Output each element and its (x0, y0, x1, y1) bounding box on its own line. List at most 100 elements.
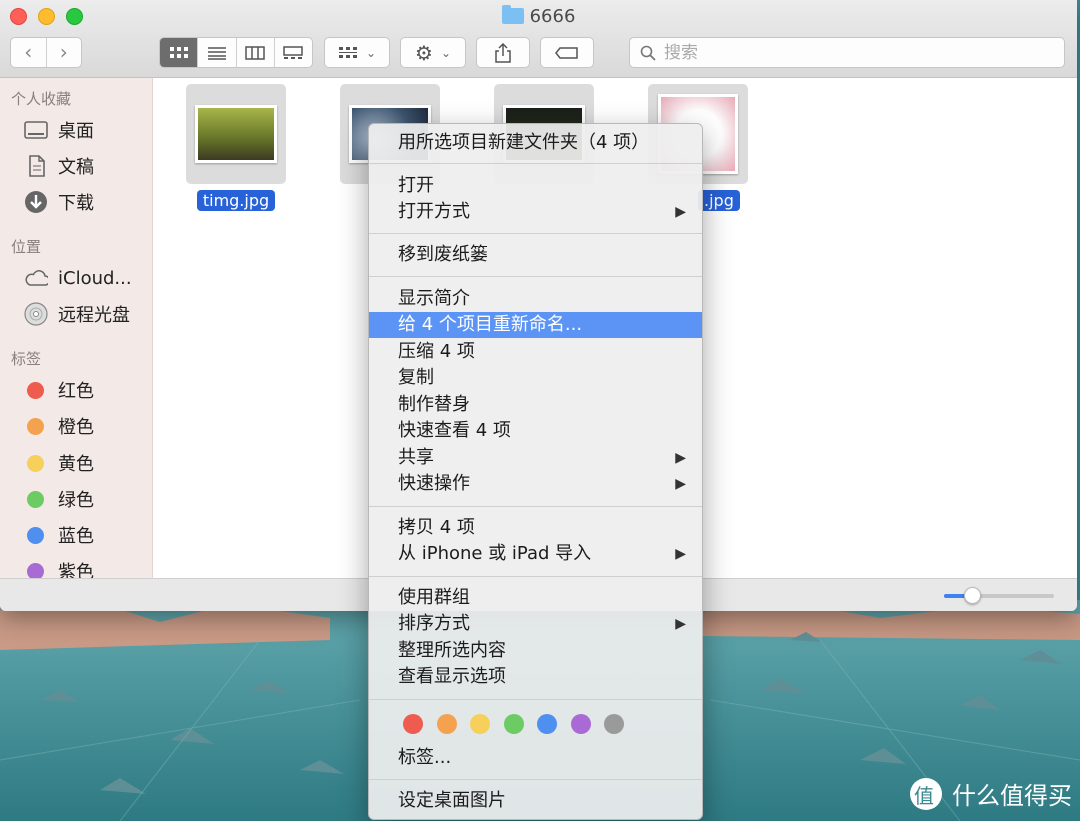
menu-item-quick-actions[interactable]: 快速操作 ▶ (369, 471, 702, 497)
menu-item-open[interactable]: 打开 (369, 173, 702, 199)
tag-dot-icon (27, 417, 44, 435)
menu-item-make-alias[interactable]: 制作替身 (369, 392, 702, 418)
menu-item-clean-up-selection[interactable]: 整理所选内容 (369, 638, 702, 664)
tag-color-gray[interactable] (604, 714, 624, 734)
back-forward-group: ‹ › (10, 37, 82, 68)
menu-separator (369, 233, 702, 234)
tag-color-blue[interactable] (537, 714, 557, 734)
forward-button[interactable]: › (45, 38, 82, 67)
sidebar-tag-purple[interactable]: 紫色 (27, 559, 94, 578)
column-view-button[interactable] (235, 38, 274, 67)
action-menu-button[interactable]: ⚙ ⌄ (400, 37, 466, 68)
menu-item-rename[interactable]: 给 4 个项目重新命名... (369, 312, 702, 338)
list-view-button[interactable] (197, 38, 235, 67)
column-view-icon (245, 45, 265, 60)
sidebar-tag-blue[interactable]: 蓝色 (27, 523, 94, 547)
menu-item-get-info[interactable]: 显示简介 (369, 286, 702, 312)
tag-dot-icon (27, 454, 44, 472)
menu-item-sort-by[interactable]: 排序方式 ▶ (369, 611, 702, 637)
group-by-button[interactable]: ⌄ (324, 37, 390, 68)
sidebar-item-label: iCloud... (58, 267, 132, 289)
menu-item-use-groups[interactable]: 使用群组 (369, 585, 702, 611)
sidebar-item-label: 桌面 (58, 121, 94, 142)
submenu-arrow-icon: ▶ (675, 546, 686, 562)
download-icon (24, 190, 48, 214)
menu-item-label: 用所选项目新建文件夹（4 项） (398, 132, 650, 153)
menu-item-quick-look[interactable]: 快速查看 4 项 (369, 418, 702, 444)
tag-color-yellow[interactable] (470, 714, 490, 734)
share-icon (495, 42, 511, 63)
menu-item-share[interactable]: 共享 ▶ (369, 445, 702, 471)
sidebar-tag-yellow[interactable]: 黄色 (27, 451, 94, 475)
menu-item-copy[interactable]: 拷贝 4 项 (369, 515, 702, 541)
sidebar-item-remote-disc[interactable]: 远程光盘 (24, 300, 130, 328)
menu-item-set-desktop-picture[interactable]: 设定桌面图片 (369, 788, 702, 814)
sidebar: 个人收藏 桌面 文稿 下载 位置 iCloud... 远程光盘 标签 红色 橙色… (0, 78, 153, 578)
menu-separator (369, 163, 702, 164)
tag-dot-icon (27, 490, 44, 508)
menu-item-show-view-options[interactable]: 查看显示选项 (369, 664, 702, 690)
favorites-heading: 个人收藏 (11, 90, 72, 108)
tag-color-green[interactable] (503, 714, 524, 734)
menu-item-label: 共享 (398, 447, 434, 468)
menu-item-label: 快速操作 (398, 473, 470, 494)
menu-item-label: 快速查看 4 项 (398, 420, 511, 441)
sidebar-item-label: 远程光盘 (58, 305, 130, 326)
menu-separator (369, 506, 702, 507)
menu-item-label: 打开 (398, 175, 434, 196)
title-bar: 6666 ‹ › ⌄ ⚙ ⌄ 搜索 (0, 0, 1077, 78)
sidebar-item-documents[interactable]: 文稿 (24, 152, 94, 180)
sidebar-tag-label: 蓝色 (58, 526, 94, 547)
menu-item-new-folder-with-selection[interactable]: 用所选项目新建文件夹（4 项） (369, 130, 702, 156)
tag-color-red[interactable] (403, 714, 423, 734)
submenu-arrow-icon: ▶ (675, 476, 686, 492)
edit-tags-button[interactable] (540, 37, 594, 68)
back-button[interactable]: ‹ (11, 38, 46, 67)
icon-view-button[interactable] (160, 38, 198, 67)
image-thumbnail (195, 105, 277, 163)
menu-item-compress[interactable]: 压缩 4 项 (369, 339, 702, 365)
menu-item-label: 制作替身 (398, 394, 470, 415)
menu-item-label: 排序方式 (398, 613, 470, 634)
search-field[interactable] (629, 37, 1065, 68)
search-input[interactable] (664, 42, 1044, 63)
view-mode-group (159, 37, 313, 68)
sidebar-item-downloads[interactable]: 下载 (24, 188, 94, 216)
sidebar-tag-orange[interactable]: 橙色 (27, 414, 94, 438)
slider-knob[interactable] (963, 587, 981, 604)
menu-item-label: 显示简介 (398, 288, 470, 309)
share-button[interactable] (476, 37, 530, 68)
tag-color-purple[interactable] (570, 714, 591, 734)
disc-icon (24, 302, 48, 326)
sidebar-tag-green[interactable]: 绿色 (27, 487, 94, 511)
sidebar-tag-red[interactable]: 红色 (27, 378, 94, 402)
tag-dot-icon (27, 526, 44, 544)
menu-item-move-to-trash[interactable]: 移到废纸篓 (369, 242, 702, 268)
menu-item-duplicate[interactable]: 复制 (369, 365, 702, 391)
file-name: .jpg (698, 190, 740, 211)
menu-item-label: 从 iPhone 或 iPad 导入 (398, 543, 592, 564)
watermark-logo-icon (910, 777, 942, 810)
menu-item-label: 拷贝 4 项 (398, 517, 475, 538)
sidebar-item-icloud[interactable]: iCloud... (24, 264, 132, 292)
tag-color-orange[interactable] (436, 714, 457, 734)
tag-dot-icon (27, 562, 44, 578)
document-icon (24, 154, 48, 178)
menu-item-label: 移到废纸篓 (398, 244, 488, 265)
search-icon (640, 45, 656, 61)
menu-tag-color-row (403, 714, 638, 734)
sidebar-item-desktop[interactable]: 桌面 (24, 116, 94, 144)
gallery-view-button[interactable] (273, 38, 312, 67)
sidebar-item-label: 文稿 (58, 157, 94, 178)
menu-item-label: 使用群组 (398, 587, 470, 608)
file-item[interactable]: timg.jpg (186, 84, 286, 211)
sidebar-tag-label: 绿色 (58, 490, 94, 511)
icon-size-slider[interactable] (944, 587, 1054, 604)
chevron-down-icon: ⌄ (365, 45, 377, 60)
locations-heading: 位置 (11, 238, 42, 256)
watermark: 什么值得买 (910, 776, 1072, 811)
menu-item-tags[interactable]: 标签... (369, 745, 702, 771)
menu-item-open-with[interactable]: 打开方式 ▶ (369, 199, 702, 225)
sidebar-item-label: 下载 (58, 193, 94, 214)
menu-item-import-from-iphone[interactable]: 从 iPhone 或 iPad 导入 ▶ (369, 541, 702, 567)
